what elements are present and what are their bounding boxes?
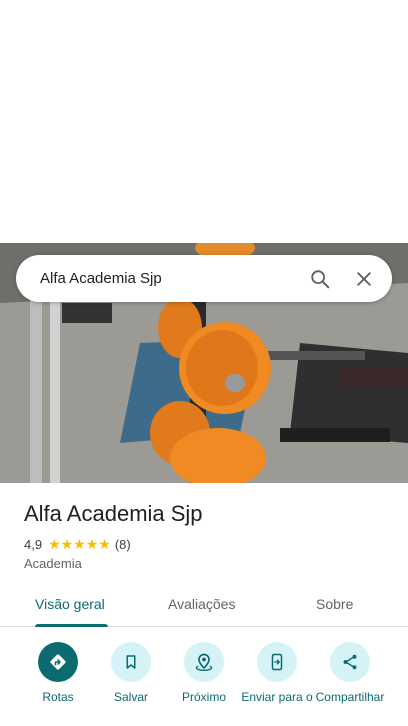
tab-overview[interactable]: Visão geral (35, 596, 105, 612)
send-to-phone-button[interactable]: Enviar para o (240, 640, 314, 704)
place-title: Alfa Academia Sjp (24, 501, 203, 526)
map-area[interactable] (0, 0, 408, 243)
directions-label: Rotas (42, 690, 74, 704)
stars-icon: ★★★★★ (48, 536, 111, 552)
nearby-button[interactable]: Próximo (167, 640, 241, 704)
send-to-phone-icon (257, 642, 297, 682)
share-label: Compartilhar (315, 690, 385, 704)
rating-row[interactable]: 4,9 ★★★★★ (8) (24, 536, 131, 553)
directions-button[interactable]: Rotas (21, 640, 95, 704)
bookmark-icon (111, 642, 151, 682)
close-icon[interactable] (342, 257, 386, 301)
search-bar[interactable]: Alfa Academia Sjp (16, 255, 392, 302)
review-count: (8) (114, 537, 131, 552)
nearby-icon (184, 642, 224, 682)
place-details-page: Alfa Academia Sjp Alfa Academia Sjp 4,9 … (0, 0, 408, 726)
directions-icon (38, 642, 78, 682)
save-label: Salvar (113, 690, 148, 704)
tab-about[interactable]: Sobre (316, 596, 353, 612)
active-tab-indicator (35, 624, 108, 627)
nearby-label: Próximo (181, 690, 226, 704)
save-button[interactable]: Salvar (94, 640, 168, 704)
search-icon[interactable] (298, 257, 342, 301)
search-input[interactable]: Alfa Academia Sjp (16, 270, 298, 287)
share-button[interactable]: Compartilhar (313, 640, 387, 704)
share-icon (330, 642, 370, 682)
place-category: Academia (24, 556, 82, 571)
tab-reviews[interactable]: Avaliações (168, 596, 235, 612)
rating-value: 4,9 (24, 537, 43, 552)
tab-bar: Visão geral Avaliações Sobre (0, 585, 408, 627)
send-to-phone-label: Enviar para o (241, 690, 313, 704)
action-bar: Rotas Salvar Próximo Enviar para o Compa… (0, 640, 408, 726)
